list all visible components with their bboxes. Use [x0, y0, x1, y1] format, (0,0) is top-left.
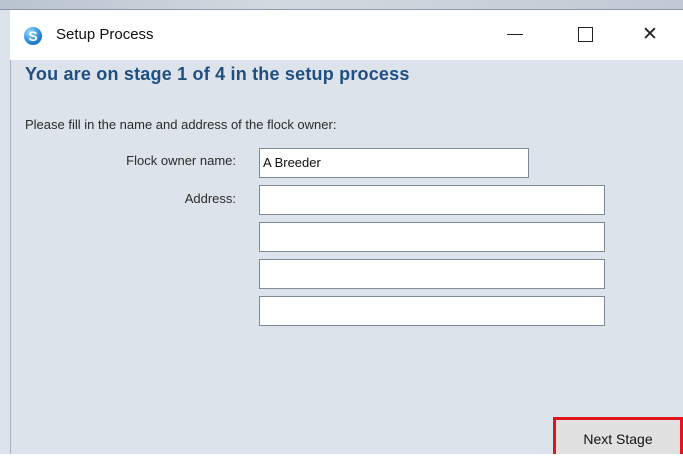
stage-heading: You are on stage 1 of 4 in the setup pro…: [25, 64, 410, 84]
window-title: Setup Process: [56, 26, 154, 43]
next-stage-button[interactable]: Next Stage: [553, 417, 683, 454]
owner-name-label: Flock owner name:: [126, 153, 236, 168]
instructions-text: Please fill in the name and address of t…: [25, 117, 337, 132]
address-line-1-input[interactable]: [259, 185, 605, 215]
app-logo-icon: S: [24, 27, 42, 45]
address-line-4-input[interactable]: [259, 296, 605, 326]
window-left-border: [10, 60, 11, 454]
address-line-2-input[interactable]: [259, 222, 605, 252]
minimize-button[interactable]: [480, 10, 550, 60]
close-icon: ✕: [642, 24, 658, 45]
title-bar[interactable]: S Setup Process ✕: [10, 10, 683, 60]
maximize-icon: [577, 27, 593, 43]
address-line-3-input[interactable]: [259, 259, 605, 289]
address-label: Address:: [184, 191, 236, 206]
maximize-button[interactable]: [550, 10, 620, 60]
minimize-icon: [507, 34, 523, 36]
owner-name-input[interactable]: A Breeder: [259, 148, 529, 178]
setup-process-window: S Setup Process ✕ You are on stage 1 of …: [0, 0, 683, 454]
close-button[interactable]: ✕: [615, 10, 683, 60]
